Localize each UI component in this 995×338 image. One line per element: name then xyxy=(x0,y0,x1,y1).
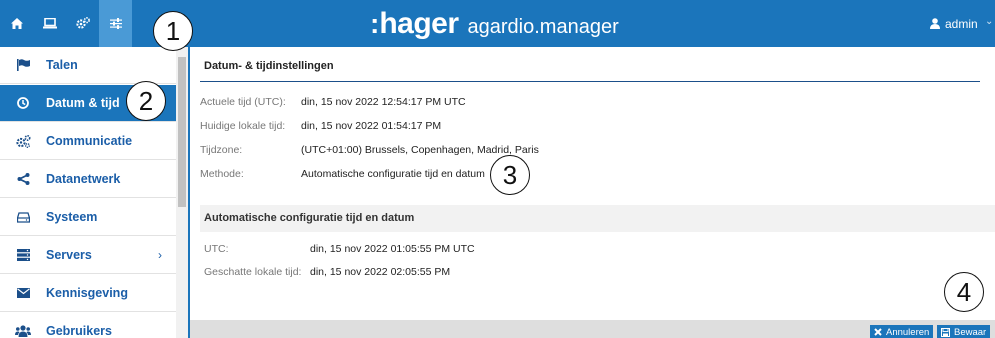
home-icon[interactable] xyxy=(0,0,33,47)
close-icon xyxy=(874,328,882,336)
cancel-button-label: Annuleren xyxy=(886,326,930,338)
envelope-icon xyxy=(0,288,46,298)
method-value: Automatische configuratie tijd en datum xyxy=(301,168,485,180)
sidebar-item-label: Datanetwerk xyxy=(46,172,121,186)
callout-3: 3 xyxy=(490,155,530,195)
timezone-label: Tijdzone: xyxy=(200,144,243,156)
title-divider xyxy=(200,81,980,82)
local-time-label: Huidige lokale tijd: xyxy=(200,120,286,132)
share-icon xyxy=(0,173,46,185)
estimated-local-time-label: Geschatte lokale tijd: xyxy=(204,266,302,278)
sidebar-item-label: Talen xyxy=(46,58,78,72)
auto-utc-value: din, 15 nov 2022 01:05:55 PM UTC xyxy=(310,243,475,255)
main-panel: Datum- & tijdinstellingen Actuele tijd (… xyxy=(190,47,995,338)
utc-time-label: Actuele tijd (UTC): xyxy=(200,96,286,108)
save-button[interactable]: Bewaar xyxy=(937,325,991,338)
sidebar-item-label: Gebruikers xyxy=(46,324,113,338)
callout-4: 4 xyxy=(944,272,984,312)
sidebar-item-servers[interactable]: Servers › xyxy=(0,237,176,274)
server-icon xyxy=(0,249,46,261)
save-button-label: Bewaar xyxy=(954,326,987,338)
cogs-icon[interactable] xyxy=(66,0,99,47)
header-nav xyxy=(0,0,132,47)
callout-2: 2 xyxy=(126,81,166,121)
chevron-down-icon[interactable]: ⌄ xyxy=(985,16,993,27)
brand-colon: : xyxy=(370,8,380,39)
method-label: Methode: xyxy=(200,168,244,180)
clock-icon xyxy=(0,97,46,109)
sidebar-item-label: Datum & tijd xyxy=(46,96,120,110)
estimated-local-time-value: din, 15 nov 2022 02:05:55 PM xyxy=(310,266,451,278)
utc-time-value: din, 15 nov 2022 12:54:17 PM UTC xyxy=(301,96,466,108)
top-header: : hager agardio.manager admin ⌄ xyxy=(0,0,995,47)
sliders-icon[interactable] xyxy=(99,0,132,47)
brand-name: hager xyxy=(379,7,459,40)
auto-config-title: Automatische configuratie tijd en datum xyxy=(204,212,415,224)
user-menu[interactable]: admin xyxy=(930,0,978,47)
page-title: Datum- & tijdinstellingen xyxy=(204,60,334,72)
sidebar-item-communicatie[interactable]: Communicatie xyxy=(0,123,176,160)
hdd-icon xyxy=(0,211,46,223)
sidebar-item-gebruikers[interactable]: Gebruikers xyxy=(0,313,176,338)
brand-logo: : hager agardio.manager xyxy=(370,7,619,41)
user-icon xyxy=(930,18,940,29)
sidebar-item-label: Systeem xyxy=(46,210,98,224)
local-time-value: din, 15 nov 2022 01:54:17 PM xyxy=(301,120,442,132)
product-name: agardio.manager xyxy=(467,16,619,38)
sidebar-scrollbar[interactable] xyxy=(176,47,188,338)
laptop-icon[interactable] xyxy=(33,0,66,47)
sidebar-item-talen[interactable]: Talen xyxy=(0,47,176,84)
callout-1: 1 xyxy=(153,11,193,51)
chevron-right-icon: › xyxy=(158,248,162,262)
cancel-button[interactable]: Annuleren xyxy=(870,325,934,338)
sidebar-item-systeem[interactable]: Systeem xyxy=(0,199,176,236)
sidebar-item-datanetwerk[interactable]: Datanetwerk xyxy=(0,161,176,198)
auto-utc-label: UTC: xyxy=(204,243,229,255)
sidebar-item-label: Kennisgeving xyxy=(46,286,128,300)
cogs-icon xyxy=(0,134,46,148)
sidebar-item-label: Communicatie xyxy=(46,134,133,148)
flag-icon xyxy=(0,59,46,71)
sidebar-item-kennisgeving[interactable]: Kennisgeving xyxy=(0,275,176,312)
user-name: admin xyxy=(945,16,978,31)
scrollbar-thumb[interactable] xyxy=(178,57,186,207)
sidebar-item-label: Servers xyxy=(46,248,92,262)
users-icon xyxy=(0,325,46,337)
timezone-value: (UTC+01:00) Brussels, Copenhagen, Madrid… xyxy=(301,144,539,156)
save-icon xyxy=(941,327,950,337)
